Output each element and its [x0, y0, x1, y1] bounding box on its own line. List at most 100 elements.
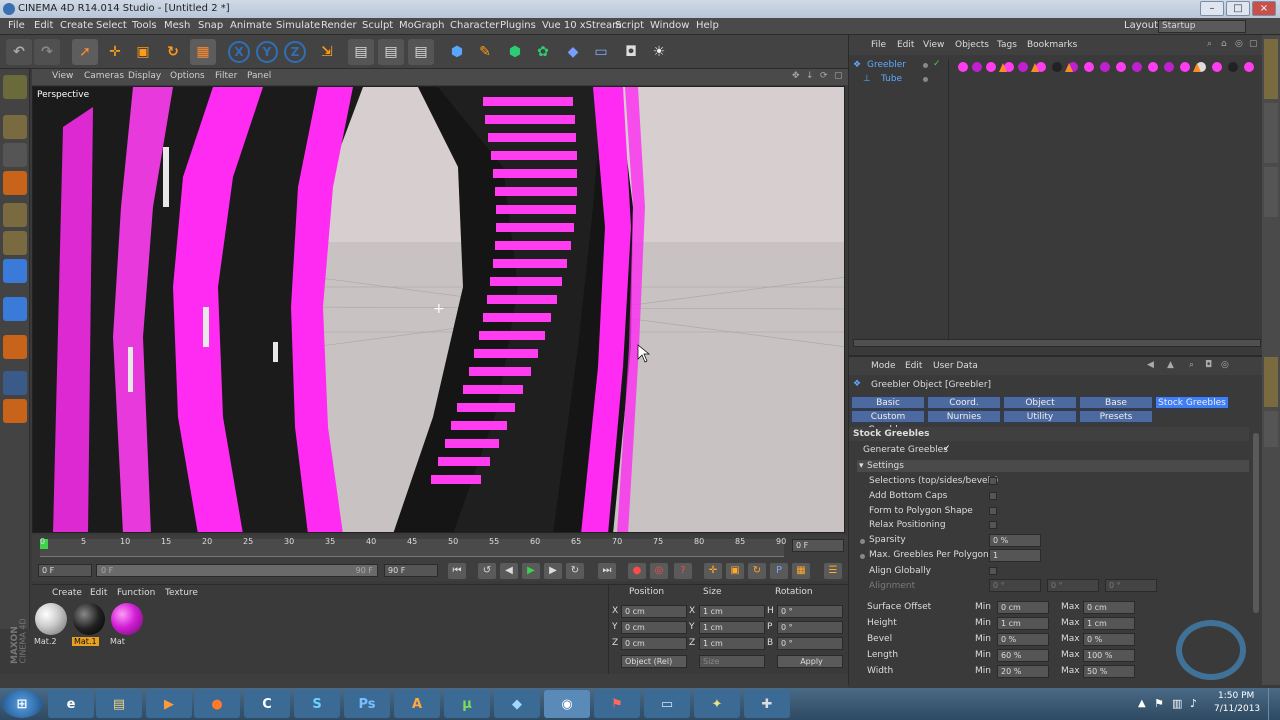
live-selection-icon[interactable]: ➚ — [72, 39, 98, 65]
next-key-icon[interactable]: ↻ — [566, 563, 584, 579]
position-z-field[interactable]: 0 cm — [621, 637, 687, 650]
viewport-menu-filter[interactable]: Filter — [215, 71, 237, 81]
viewport-menu-display[interactable]: Display — [128, 71, 161, 81]
taskbar-app-vue[interactable]: ✚ — [744, 690, 790, 718]
viewport-menu-panel[interactable]: Panel — [247, 71, 271, 81]
move-icon[interactable]: ✛ — [102, 39, 128, 65]
size-z-field[interactable]: 1 cm — [699, 637, 765, 650]
tweak-mode-icon[interactable] — [3, 335, 27, 359]
rotation-h-field[interactable]: 0 ° — [777, 605, 843, 618]
tray-expand-icon[interactable]: ▲ — [1138, 698, 1146, 709]
apply-button[interactable]: Apply — [777, 655, 843, 668]
tab-object[interactable]: Object — [1003, 396, 1077, 409]
menu-animate[interactable]: Animate — [230, 20, 272, 31]
om-menu-view[interactable]: View — [923, 40, 944, 50]
menu-simulate[interactable]: Simulate — [276, 20, 320, 31]
tab-content-browser-vertical[interactable] — [1264, 103, 1278, 163]
axis-mode-icon[interactable] — [3, 297, 27, 321]
height-min-field[interactable]: 1 cm — [997, 617, 1049, 630]
taskbar-app-generic[interactable]: C — [244, 690, 290, 718]
key-parameter-icon[interactable]: P — [770, 563, 788, 579]
alignment-p-field[interactable]: 0 ° — [1047, 579, 1099, 592]
taskbar-app-flag[interactable]: ⚑ — [594, 690, 640, 718]
edges-mode-icon[interactable] — [3, 231, 27, 255]
height-max-field[interactable]: 1 cm — [1083, 617, 1135, 630]
taskbar-app-utorrent[interactable]: μ — [444, 690, 490, 718]
key-position-icon[interactable]: ✛ — [704, 563, 722, 579]
alignment-h-field[interactable]: 0 ° — [989, 579, 1041, 592]
taskbar-app-internet-explorer[interactable]: e — [48, 690, 94, 718]
visibility-dot[interactable] — [923, 63, 928, 68]
floor-icon[interactable]: ▭ — [588, 39, 614, 65]
previous-key-icon[interactable]: ↺ — [478, 563, 496, 579]
points-mode-icon[interactable] — [3, 203, 27, 227]
tab-basic[interactable]: Basic — [851, 396, 925, 409]
cloner-icon[interactable]: ✿ — [530, 39, 556, 65]
taskbar-app-xsplit[interactable]: ✦ — [694, 690, 740, 718]
timeline-scheme-icon[interactable]: ☰ — [824, 563, 842, 579]
layout-select[interactable]: Startup — [1158, 20, 1246, 33]
size-x-field[interactable]: 1 cm — [699, 605, 765, 618]
y-axis-button[interactable]: Y — [256, 41, 278, 63]
clock-time[interactable]: 1:50 PM — [1218, 691, 1254, 701]
tab-presets[interactable]: Presets — [1079, 410, 1153, 423]
go-to-start-icon[interactable]: ⏮ — [448, 563, 466, 579]
menu-vue[interactable]: Vue 10 xStream — [542, 20, 622, 31]
object-row-tube[interactable]: ⊥ Tube — [853, 73, 949, 86]
size-y-field[interactable]: 1 cm — [699, 621, 765, 634]
bevel-max-field[interactable]: 0 % — [1083, 633, 1135, 646]
viewport-menu-options[interactable]: Options — [170, 71, 205, 81]
bevel-min-field[interactable]: 0 % — [997, 633, 1049, 646]
selections-checkbox[interactable] — [989, 477, 997, 485]
om-new-icon[interactable]: ▢ — [1249, 39, 1258, 49]
am-search-icon[interactable]: ⌕ — [1189, 360, 1194, 370]
am-menu-edit[interactable]: Edit — [905, 361, 922, 371]
mat-menu-texture[interactable]: Texture — [165, 588, 198, 598]
alignment-b-field[interactable]: 0 ° — [1105, 579, 1157, 592]
menu-mograph[interactable]: MoGraph — [399, 20, 444, 31]
position-x-field[interactable]: 0 cm — [621, 605, 687, 618]
taskbar-app-folder[interactable]: ◆ — [494, 690, 540, 718]
recent-tools-icon[interactable]: ▦ — [190, 39, 216, 65]
length-min-field[interactable]: 60 % — [997, 649, 1049, 662]
taskbar-app-firefox[interactable]: ● — [194, 690, 240, 718]
om-menu-file[interactable]: File — [871, 40, 886, 50]
enabled-check-icon[interactable]: ✓ — [933, 59, 941, 69]
menu-render[interactable]: Render — [321, 20, 357, 31]
record-keys-icon[interactable]: ● — [628, 563, 646, 579]
am-lock-icon[interactable]: ◘ — [1205, 360, 1212, 370]
camera-icon[interactable]: ◘ — [618, 39, 644, 65]
polygons-mode-icon[interactable] — [3, 259, 27, 283]
snap-icon[interactable] — [3, 371, 27, 395]
play-icon[interactable]: ▶ — [522, 563, 540, 579]
render-picture-viewer-icon[interactable]: ▤ — [378, 39, 404, 65]
make-editable-icon[interactable] — [3, 75, 27, 99]
menu-edit[interactable]: Edit — [34, 20, 53, 31]
menu-tools[interactable]: Tools — [132, 20, 157, 31]
taskbar-app-illustrator[interactable]: A — [394, 690, 440, 718]
texture-mode-icon[interactable] — [3, 143, 27, 167]
viewport-rotate-icon[interactable]: ⟳ — [820, 71, 828, 81]
taskbar-app-photoshop[interactable]: Ps — [344, 690, 390, 718]
close-button[interactable]: × — [1252, 1, 1276, 16]
width-min-field[interactable]: 20 % — [997, 665, 1049, 678]
taskbar-app-skype[interactable]: S — [294, 690, 340, 718]
render-settings-icon[interactable]: ▤ — [408, 39, 434, 65]
render-view-icon[interactable]: ▤ — [348, 39, 374, 65]
tab-stock-greebles[interactable]: Stock Greebles — [1155, 396, 1229, 409]
menu-sculpt[interactable]: Sculpt — [362, 20, 393, 31]
viewport-zoom-icon[interactable]: ↓ — [806, 71, 814, 81]
bottom-caps-checkbox[interactable] — [989, 492, 997, 500]
position-y-field[interactable]: 0 cm — [621, 621, 687, 634]
tab-coord[interactable]: Coord. — [927, 396, 1001, 409]
light-icon[interactable]: ☀ — [646, 39, 672, 65]
relax-positioning-checkbox[interactable] — [989, 521, 997, 529]
redo-icon[interactable]: ↷ — [34, 39, 60, 65]
mat-menu-function[interactable]: Function — [117, 588, 155, 598]
menu-plugins[interactable]: Plugins — [500, 20, 536, 31]
next-frame-icon[interactable]: ▶ — [544, 563, 562, 579]
om-filter-icon[interactable]: ◎ — [1235, 39, 1243, 49]
workplane-icon[interactable] — [3, 171, 27, 195]
tab-attributes-vertical[interactable] — [1264, 357, 1278, 407]
surface-offset-max-field[interactable]: 0 cm — [1083, 601, 1135, 614]
